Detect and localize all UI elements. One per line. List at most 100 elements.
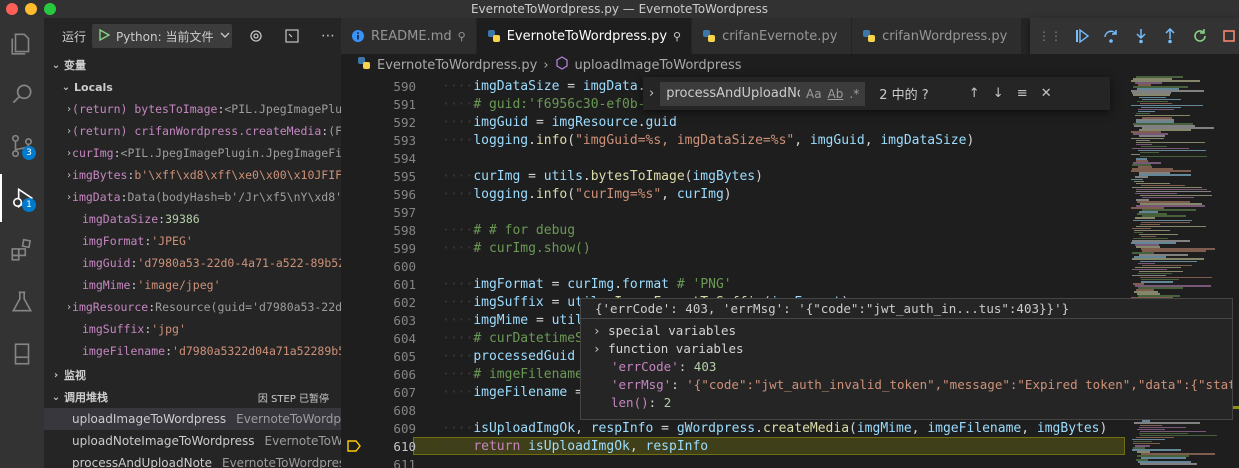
code-line[interactable]: ····# # for debug xyxy=(442,222,575,240)
variable-row[interactable]: imgMime: 'image/jpeg' xyxy=(44,274,341,296)
line-number: 611 xyxy=(393,457,416,468)
code-line[interactable]: ····imgGuid = imgResource.guid xyxy=(442,114,677,132)
extensions-icon[interactable] xyxy=(0,226,44,274)
tab-evernote-to-wordpress[interactable]: EvernoteToWordpress.py ⚲ xyxy=(476,18,693,54)
frame-file: EvernoteToWordpress.py xyxy=(264,434,341,448)
source-control-icon[interactable]: 3 xyxy=(0,122,44,170)
variable-row[interactable]: › curImg: <PIL.JpegImagePlugin.JpegImageF… xyxy=(44,142,341,164)
find-in-selection-icon[interactable]: ≡ xyxy=(1013,86,1031,101)
tab-crifan-wordpress[interactable]: crifanWordpress.py xyxy=(852,18,1023,54)
callstack-frame[interactable]: uploadNoteImageToWordpress EvernoteToWord… xyxy=(44,430,341,452)
pin-icon[interactable]: ⚲ xyxy=(673,30,681,43)
watch-title: 监视 xyxy=(64,369,86,382)
breadcrumb-symbol[interactable]: uploadImageToWordpress xyxy=(575,58,742,73)
variable-name: imgGuid xyxy=(82,256,131,270)
variable-row[interactable]: imgSuffix: 'jpg' xyxy=(44,318,341,340)
tab-readme[interactable]: README.md ⚲ xyxy=(341,18,477,54)
arrow-down-icon[interactable]: ↓ xyxy=(989,86,1007,101)
explorer-icon[interactable] xyxy=(0,20,44,68)
step-out-icon[interactable] xyxy=(1161,25,1181,47)
code-line[interactable]: ····imgDataSize = imgData.size xyxy=(442,78,677,96)
code-line[interactable]: ····# curImg.show() xyxy=(442,240,591,258)
locals-scope-header[interactable]: ⌄ Locals xyxy=(44,76,341,98)
step-over-icon[interactable] xyxy=(1102,25,1122,47)
continue-icon[interactable] xyxy=(1072,25,1092,47)
variable-row[interactable]: imgDataSize: 39386 xyxy=(44,208,341,230)
len-row[interactable]: len(): 2 xyxy=(581,394,1232,412)
debug-console-icon[interactable] xyxy=(280,24,304,48)
launch-config-value: Python: 当前文件 xyxy=(116,29,214,44)
variable-name: imgResource xyxy=(72,300,149,314)
breadcrumb-file[interactable]: EvernoteToWordpress.py xyxy=(377,58,537,73)
testing-icon[interactable] xyxy=(0,278,44,326)
drag-handle-icon[interactable]: ⋮⋮ xyxy=(1038,29,1062,43)
code-line[interactable]: ····logging.info("curImg=%s", curImg) xyxy=(442,186,732,204)
code-line[interactable]: ····isUploadImgOk, respInfo = gWordpress… xyxy=(442,420,1107,438)
restart-icon[interactable] xyxy=(1190,25,1210,47)
variable-row[interactable]: imgeFilename: 'd7980a5322d04a71a52289b5.… xyxy=(44,340,341,362)
watch-section-header[interactable]: › 监视 xyxy=(44,364,341,386)
line-number: 605 xyxy=(393,349,416,364)
errmsg-row[interactable]: 'errMsg': '{"code":"jwt_auth_invalid_tok… xyxy=(581,376,1232,394)
variable-row[interactable]: › imgData: Data(bodyHash=b'/Jr\xf5\nY\xd8… xyxy=(44,186,341,208)
search-icon[interactable] xyxy=(0,70,44,118)
debug-hover-widget: {'errCode': 403, 'errMsg': '{"code":"jwt… xyxy=(580,298,1233,420)
chevron-down-icon: ⌄ xyxy=(51,391,61,403)
chevron-right-icon[interactable]: › xyxy=(649,86,654,101)
line-number: 604 xyxy=(393,331,416,346)
regex-toggle[interactable]: .* xyxy=(849,87,859,101)
variable-value: Resource(guid='d7980a53-22d0') xyxy=(155,300,341,314)
arrow-up-icon[interactable]: ↑ xyxy=(965,86,983,101)
variable-row[interactable]: imgFormat: 'JPEG' xyxy=(44,230,341,252)
tab-crifan-evernote[interactable]: crifanEvernote.py xyxy=(692,18,853,54)
callstack-section-header[interactable]: ⌄ 调用堆栈 因 STEP 已暂停 xyxy=(44,386,341,408)
minimize-window-button[interactable] xyxy=(25,3,37,15)
variable-name: curImg xyxy=(72,146,114,160)
find-widget: › processAndUploadNote Aa Ab .* 2 中的 ? ↑… xyxy=(643,77,1110,110)
line-number: 597 xyxy=(393,205,416,220)
remote-explorer-icon[interactable] xyxy=(0,330,44,378)
variables-section-header[interactable]: ⌄ 变量 xyxy=(44,54,341,76)
special-variables-row[interactable]: › special variables xyxy=(581,322,1232,340)
function-variables-row[interactable]: › function variables xyxy=(581,340,1232,358)
variable-row[interactable]: › imgResource: Resource(guid='d7980a53-22… xyxy=(44,296,341,318)
python-icon xyxy=(357,56,371,74)
line-number: 599 xyxy=(393,241,416,256)
errcode-row[interactable]: 'errCode': 403 xyxy=(581,358,1232,376)
variable-value: 'd7980a5322d04a71a52289b5.jpg' xyxy=(172,344,341,358)
pin-icon[interactable]: ⚲ xyxy=(458,30,466,43)
zoom-window-button[interactable] xyxy=(44,3,56,15)
variable-row[interactable]: › (return) bytesToImage: <PIL.JpegImagePl… xyxy=(44,98,341,120)
variable-row[interactable]: › imgBytes: b'\xff\xd8\xff\xe0\x00\x10JFI… xyxy=(44,164,341,186)
code-line[interactable]: ····return isUploadImgOk, respInfo xyxy=(442,438,708,456)
callstack-list: uploadImageToWordpress EvernoteToWordpres… xyxy=(44,408,341,468)
callstack-frame[interactable]: uploadImageToWordpress EvernoteToWordpres… xyxy=(44,408,341,430)
chevron-right-icon: › xyxy=(53,369,59,381)
callstack-frame[interactable]: processAndUploadNote EvernoteToWordpress.… xyxy=(44,452,341,468)
close-icon[interactable]: ✕ xyxy=(1037,86,1055,101)
match-word-toggle[interactable]: Ab xyxy=(828,87,844,101)
code-line[interactable]: ····imgFormat = curImg.format # 'PNG' xyxy=(442,276,732,294)
chevron-down-icon: ⌄ xyxy=(51,59,61,71)
start-debugging-icon[interactable] xyxy=(98,28,111,44)
chevron-down-icon: ⌄ xyxy=(61,81,71,93)
variable-row[interactable]: imgGuid: 'd7980a53-22d0-4a71-a522-89b522… xyxy=(44,252,341,274)
info-icon xyxy=(351,29,365,43)
run-debug-icon[interactable]: 1 xyxy=(0,174,44,222)
debug-sidebar: 运行 Python: 当前文件 ⋯ ⌄ 变量 ⌄ Locals › (return… xyxy=(44,18,341,468)
launch-config-select[interactable]: Python: 当前文件 xyxy=(92,24,233,48)
frame-file: EvernoteToWordpress.py xyxy=(222,456,341,468)
code-line[interactable]: ····logging.info("imgGuid=%s, imgDataSiz… xyxy=(442,132,974,150)
close-window-button[interactable] xyxy=(6,3,18,15)
match-case-toggle[interactable]: Aa xyxy=(806,87,822,101)
code-line[interactable]: ····curImg = utils.bytesToImage(imgBytes… xyxy=(442,168,763,186)
find-input[interactable]: processAndUploadNote Aa Ab .* xyxy=(660,81,866,106)
step-into-icon[interactable] xyxy=(1131,25,1151,47)
stop-icon[interactable] xyxy=(1220,25,1239,47)
line-number: 600 xyxy=(393,259,416,274)
variable-row[interactable]: › (return) crifanWordpress.createMedia: (… xyxy=(44,120,341,142)
variable-value: (False, {'errCode': 403, 'errMsg': '...'… xyxy=(328,124,341,138)
variables-title: 变量 xyxy=(64,59,86,72)
gear-icon[interactable] xyxy=(244,24,268,48)
more-actions-icon[interactable]: ⋯ xyxy=(316,24,340,48)
